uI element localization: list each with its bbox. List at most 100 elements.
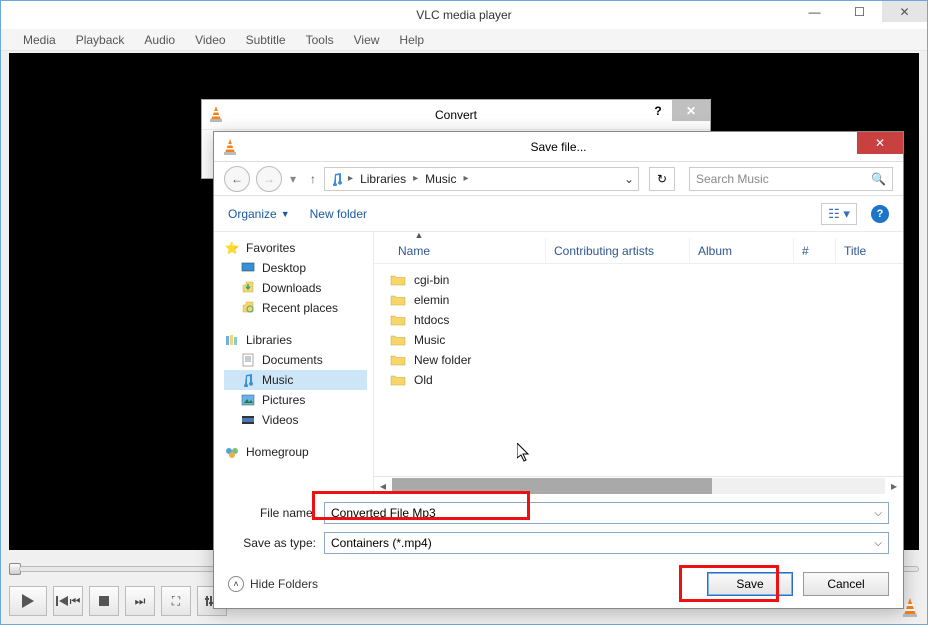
menu-audio[interactable]: Audio <box>136 31 183 49</box>
vlc-titlebar: VLC media player ― ☐ ✕ <box>1 1 927 29</box>
menu-help[interactable]: Help <box>391 31 432 49</box>
fullscreen-button[interactable]: ⛶ <box>161 586 191 616</box>
homegroup-icon <box>224 444 240 460</box>
list-item[interactable]: elemin <box>390 290 903 310</box>
save-titlebar: Save file... ✕ <box>214 132 903 162</box>
file-name-label: File name: <box>228 506 324 520</box>
save-title-text: Save file... <box>530 140 586 154</box>
file-list[interactable]: cgi-bin elemin htdocs Music New folder O… <box>374 264 903 476</box>
list-item[interactable]: htdocs <box>390 310 903 330</box>
chevron-right-icon[interactable]: ▸ <box>462 173 469 184</box>
col-number[interactable]: # <box>794 238 836 263</box>
search-placeholder: Search Music <box>696 172 769 186</box>
sidebar-libraries[interactable]: Libraries <box>224 330 373 350</box>
menu-subtitle[interactable]: Subtitle <box>238 31 294 49</box>
maximize-button[interactable]: ☐ <box>837 1 882 22</box>
breadcrumb-music[interactable]: Music <box>421 172 460 186</box>
close-button[interactable]: ✕ <box>882 1 927 22</box>
folder-icon <box>390 333 406 347</box>
play-button[interactable] <box>9 586 47 616</box>
help-button[interactable]: ? <box>644 100 672 121</box>
save-button[interactable]: Save <box>707 572 793 596</box>
col-album[interactable]: Album <box>690 238 794 263</box>
cancel-button[interactable]: Cancel <box>803 572 889 596</box>
vlc-cone-icon <box>208 105 224 123</box>
libraries-icon <box>224 332 240 348</box>
sidebar-item-desktop[interactable]: Desktop <box>224 258 373 278</box>
chevron-right-icon[interactable]: ▸ <box>347 173 354 184</box>
close-button[interactable]: ✕ <box>672 100 710 121</box>
next-button[interactable]: ⏭ <box>125 586 155 616</box>
chevron-right-icon[interactable]: ▸ <box>412 173 419 184</box>
menu-tools[interactable]: Tools <box>298 31 342 49</box>
sidebar: ⭐Favorites Desktop Downloads Recent plac… <box>214 232 374 494</box>
chevron-down-icon: ▼ <box>281 209 290 219</box>
refresh-button[interactable]: ↻ <box>649 167 675 191</box>
convert-titlebar: Convert ? ✕ <box>202 100 710 130</box>
breadcrumb-libraries[interactable]: Libraries <box>356 172 410 186</box>
menu-playback[interactable]: Playback <box>68 31 133 49</box>
search-icon: 🔍 <box>871 172 886 186</box>
new-folder-button[interactable]: New folder <box>310 207 367 221</box>
folder-icon <box>390 373 406 387</box>
toolbar: Organize▼ New folder ☷ ▾ ? <box>214 196 903 232</box>
scrollbar-thumb[interactable] <box>392 478 712 494</box>
forward-button[interactable]: → <box>256 166 282 192</box>
list-item[interactable]: New folder <box>390 350 903 370</box>
col-name[interactable]: Name <box>390 238 546 263</box>
star-icon: ⭐ <box>224 240 240 256</box>
stop-button[interactable] <box>89 586 119 616</box>
help-icon[interactable]: ? <box>871 205 889 223</box>
scroll-right-icon[interactable]: ▸ <box>885 478 903 494</box>
dropdown-history-icon[interactable]: ▾ <box>290 172 296 186</box>
sidebar-item-videos[interactable]: Videos <box>224 410 373 430</box>
scroll-left-icon[interactable]: ◂ <box>374 478 392 494</box>
pictures-icon <box>240 392 256 408</box>
save-file-dialog: Save file... ✕ ← → ▾ ↑ ▸ Libraries ▸ Mus… <box>213 131 904 609</box>
list-item[interactable]: Old <box>390 370 903 390</box>
menu-video[interactable]: Video <box>187 31 233 49</box>
menu-view[interactable]: View <box>346 31 388 49</box>
save-type-select[interactable]: Containers (*.mp4) <box>324 532 889 554</box>
list-item[interactable]: cgi-bin <box>390 270 903 290</box>
minimize-button[interactable]: ― <box>792 1 837 22</box>
prev-button[interactable]: ⏮ <box>53 586 83 616</box>
search-input[interactable]: Search Music 🔍 <box>689 167 893 191</box>
close-button[interactable]: ✕ <box>857 132 903 154</box>
vlc-menubar: Media Playback Audio Video Subtitle Tool… <box>1 29 927 51</box>
desktop-icon <box>240 260 256 276</box>
back-button[interactable]: ← <box>224 166 250 192</box>
sidebar-item-music[interactable]: Music <box>224 370 367 390</box>
form-area: File name: Converted File Mp3 Save as ty… <box>214 494 903 562</box>
sidebar-favorites[interactable]: ⭐Favorites <box>224 238 373 258</box>
col-title[interactable]: Title <box>836 238 903 263</box>
list-item[interactable]: Music <box>390 330 903 350</box>
hide-folders-button[interactable]: ˄ Hide Folders <box>228 576 318 592</box>
horizontal-scrollbar[interactable]: ◂ ▸ <box>374 476 903 494</box>
menu-media[interactable]: Media <box>15 31 64 49</box>
view-mode-button[interactable]: ☷ ▾ <box>821 203 857 225</box>
chevron-up-icon: ˄ <box>228 576 244 592</box>
file-pane: ▲ Name Contributing artists Album # Titl… <box>374 232 903 494</box>
vlc-controls: ⏮ ⏭ ⛶ <box>9 586 227 616</box>
breadcrumb[interactable]: ▸ Libraries ▸ Music ▸ ⌄ <box>324 167 639 191</box>
folder-icon <box>390 353 406 367</box>
sidebar-item-documents[interactable]: Documents <box>224 350 373 370</box>
music-icon <box>240 372 256 388</box>
col-contributing[interactable]: Contributing artists <box>546 238 690 263</box>
up-button[interactable]: ↑ <box>304 172 318 186</box>
downloads-icon <box>240 280 256 296</box>
sidebar-item-recent[interactable]: Recent places <box>224 298 373 318</box>
sidebar-item-pictures[interactable]: Pictures <box>224 390 373 410</box>
dialog-footer: ˄ Hide Folders Save Cancel <box>214 562 903 608</box>
vlc-cone-icon <box>222 138 238 156</box>
breadcrumb-dropdown-icon[interactable]: ⌄ <box>620 172 638 186</box>
organize-menu[interactable]: Organize▼ <box>228 207 290 221</box>
sidebar-item-downloads[interactable]: Downloads <box>224 278 373 298</box>
file-name-input[interactable]: Converted File Mp3 <box>324 502 889 524</box>
documents-icon <box>240 352 256 368</box>
nav-row: ← → ▾ ↑ ▸ Libraries ▸ Music ▸ ⌄ ↻ Search… <box>214 162 903 196</box>
folder-icon <box>390 313 406 327</box>
column-headers: Name Contributing artists Album # Title <box>374 238 903 264</box>
sidebar-homegroup[interactable]: Homegroup <box>224 442 373 462</box>
